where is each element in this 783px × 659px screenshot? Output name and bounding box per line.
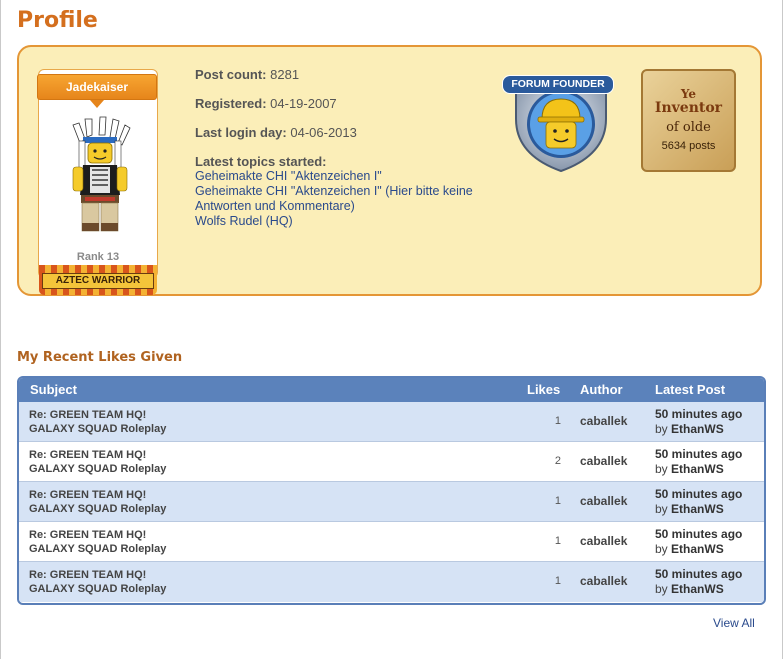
view-all-link[interactable]: View All (713, 616, 755, 630)
post-count-value: 8281 (270, 67, 300, 82)
row-by-user[interactable]: EthanWS (671, 582, 724, 596)
recent-likes-title: My Recent Likes Given (17, 350, 183, 365)
topic-link[interactable]: Wolfs Rudel (HQ) (195, 214, 495, 229)
row-by-user[interactable]: EthanWS (671, 542, 724, 556)
row-subject-title[interactable]: Re: GREEN TEAM HQ! (29, 408, 166, 422)
row-author[interactable]: caballek (580, 414, 627, 428)
row-by-prefix: by (655, 542, 668, 556)
row-latest: 50 minutes ago by EthanWS (655, 567, 742, 597)
row-latest-time[interactable]: 50 minutes ago (655, 407, 742, 421)
post-count-row: Post count: 8281 (195, 67, 495, 96)
last-login-label: Last login day: (195, 125, 287, 140)
inventor-post-count: 5634 posts (661, 140, 716, 152)
row-subject-title[interactable]: Re: GREEN TEAM HQ! (29, 448, 166, 462)
profile-info: Post count: 8281 Registered: 04-19-2007 … (195, 67, 495, 229)
row-likes: 1 (554, 495, 561, 507)
table-header: Subject Likes Author Latest Post (19, 378, 764, 402)
rank-banner: AZTEC WARRIOR (39, 265, 157, 295)
row-subject-title[interactable]: Re: GREEN TEAM HQ! (29, 528, 166, 542)
row-by-user[interactable]: EthanWS (671, 502, 724, 516)
row-forum[interactable]: GALAXY SQUAD Roleplay (29, 502, 166, 516)
row-author[interactable]: caballek (580, 574, 627, 588)
profile-panel: Jadekaiser Rank 13 AZTEC WARRIOR Post co… (17, 45, 762, 296)
latest-topics-label: Latest topics started: (195, 154, 327, 169)
row-by-user[interactable]: EthanWS (671, 462, 724, 476)
col-author[interactable]: Author (580, 382, 623, 397)
row-forum[interactable]: GALAXY SQUAD Roleplay (29, 542, 166, 556)
member-rank: Rank 13 (76, 251, 120, 263)
row-author[interactable]: caballek (580, 494, 627, 508)
topic-link[interactable]: Geheimakte CHI "Aktenzeichen I" (Hier bi… (195, 184, 480, 214)
row-subject[interactable]: Re: GREEN TEAM HQ! GALAXY SQUAD Roleplay (29, 568, 166, 596)
row-subject[interactable]: Re: GREEN TEAM HQ! GALAXY SQUAD Roleplay (29, 488, 166, 516)
row-likes: 1 (554, 535, 561, 547)
row-likes: 1 (554, 415, 561, 427)
row-latest: 50 minutes ago by EthanWS (655, 407, 742, 437)
col-likes[interactable]: Likes (527, 382, 560, 397)
page-title: Profile (17, 8, 98, 33)
row-likes: 2 (554, 455, 561, 467)
row-by-user[interactable]: EthanWS (671, 422, 724, 436)
row-forum[interactable]: GALAXY SQUAD Roleplay (29, 582, 166, 596)
row-author[interactable]: caballek (580, 534, 627, 548)
table-row: Re: GREEN TEAM HQ! GALAXY SQUAD Roleplay… (19, 562, 764, 602)
row-forum[interactable]: GALAXY SQUAD Roleplay (29, 462, 166, 476)
registered-label: Registered: (195, 96, 267, 111)
table-row: Re: GREEN TEAM HQ! GALAXY SQUAD Roleplay… (19, 482, 764, 522)
registered-value: 04-19-2007 (270, 96, 337, 111)
row-subject[interactable]: Re: GREEN TEAM HQ! GALAXY SQUAD Roleplay (29, 408, 166, 436)
registered-row: Registered: 04-19-2007 (195, 96, 495, 125)
card-arrow (90, 100, 104, 108)
row-by-prefix: by (655, 582, 668, 596)
col-latest-post[interactable]: Latest Post (655, 382, 725, 397)
member-name[interactable]: Jadekaiser (37, 74, 157, 100)
row-latest-time[interactable]: 50 minutes ago (655, 527, 742, 541)
row-subject[interactable]: Re: GREEN TEAM HQ! GALAXY SQUAD Roleplay (29, 448, 166, 476)
table-row: Re: GREEN TEAM HQ! GALAXY SQUAD Roleplay… (19, 402, 764, 442)
recent-likes-table: Subject Likes Author Latest Post Re: GRE… (17, 376, 766, 605)
row-latest-time[interactable]: 50 minutes ago (655, 487, 742, 501)
inventor-badge: Ye Inventor of olde 5634 posts (641, 69, 736, 172)
row-latest-time[interactable]: 50 minutes ago (655, 447, 742, 461)
inventor-line-title: Inventor (654, 100, 723, 116)
inventor-line-ye: Ye (680, 87, 697, 101)
row-latest: 50 minutes ago by EthanWS (655, 447, 742, 477)
row-author[interactable]: caballek (580, 454, 627, 468)
post-count-label: Post count: (195, 67, 267, 82)
row-subject-title[interactable]: Re: GREEN TEAM HQ! (29, 568, 166, 582)
inventor-line-olde: of olde (666, 120, 711, 135)
row-latest: 50 minutes ago by EthanWS (655, 487, 742, 517)
row-latest: 50 minutes ago by EthanWS (655, 527, 742, 557)
last-login-value: 04-06-2013 (290, 125, 357, 140)
rank-banner-label: AZTEC WARRIOR (42, 273, 154, 289)
last-login-row: Last login day: 04-06-2013 (195, 125, 495, 154)
member-card: Jadekaiser Rank 13 AZTEC WARRIOR (37, 69, 158, 295)
topic-link[interactable]: Geheimakte CHI "Aktenzeichen I" (195, 169, 495, 184)
row-subject[interactable]: Re: GREEN TEAM HQ! GALAXY SQUAD Roleplay (29, 528, 166, 556)
minifig-avatar (72, 116, 131, 232)
row-latest-time[interactable]: 50 minutes ago (655, 567, 742, 581)
row-by-prefix: by (655, 502, 668, 516)
row-by-prefix: by (655, 462, 668, 476)
founder-label: FORUM FOUNDER (502, 75, 614, 94)
table-row: Re: GREEN TEAM HQ! GALAXY SQUAD Roleplay… (19, 522, 764, 562)
row-forum[interactable]: GALAXY SQUAD Roleplay (29, 422, 166, 436)
row-by-prefix: by (655, 422, 668, 436)
table-row: Re: GREEN TEAM HQ! GALAXY SQUAD Roleplay… (19, 442, 764, 482)
forum-founder-badge: FORUM FOUNDER (502, 69, 616, 174)
col-subject[interactable]: Subject (30, 382, 77, 397)
row-likes: 1 (554, 575, 561, 587)
row-subject-title[interactable]: Re: GREEN TEAM HQ! (29, 488, 166, 502)
